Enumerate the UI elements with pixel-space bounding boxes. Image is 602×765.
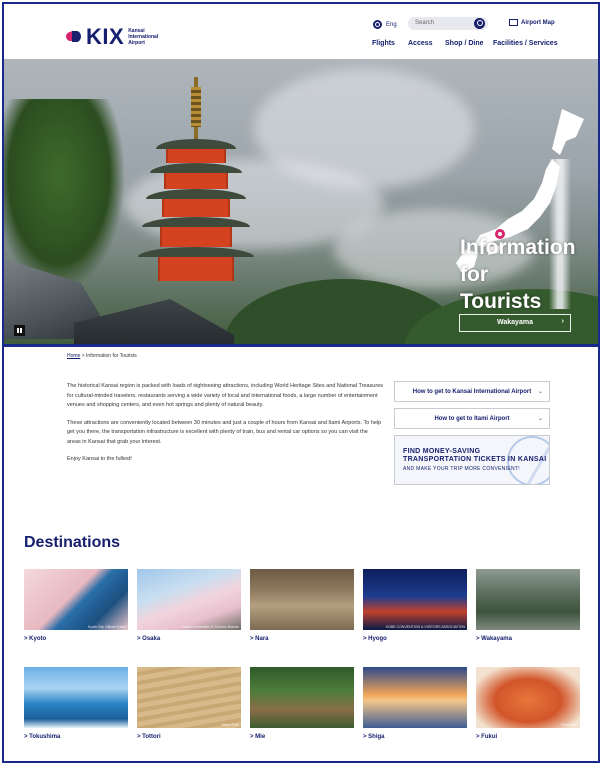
- transportation-tickets-banner[interactable]: FIND MONEY-SAVING TRANSPORTATION TICKETS…: [394, 435, 550, 485]
- banner-headline: FIND MONEY-SAVING TRANSPORTATION TICKETS…: [403, 448, 547, 464]
- photo-credit: Fukui Pref.: [561, 723, 578, 727]
- hero-title-line-2: for: [460, 263, 488, 286]
- banner-line-2: TRANSPORTATION TICKETS IN KANSAI: [403, 456, 547, 463]
- pagoda-image: [136, 77, 256, 307]
- destination-label: > Nara: [250, 636, 269, 642]
- kyoto-image: Kyoto City Official Travel: [24, 569, 128, 630]
- hero-title-line-3: Tourists: [460, 290, 542, 313]
- hero-banner: Information for Tourists Wakayama ›: [4, 59, 598, 347]
- tokushima-image: [24, 667, 128, 728]
- airport-map-label: Airport Map: [521, 19, 555, 26]
- destination-card-kyoto[interactable]: Kyoto City Official Travel > Kyoto: [24, 569, 128, 642]
- banner-line-1: FIND MONEY-SAVING: [403, 448, 481, 455]
- photo-credit: Osaka Convention & Tourism Bureau: [181, 625, 239, 629]
- kansai-airport-access-button[interactable]: How to get to Kansai International Airpo…: [394, 381, 550, 402]
- breadcrumb-separator: >: [81, 353, 85, 359]
- destination-label: > Shiga: [363, 734, 385, 740]
- destination-card-osaka[interactable]: Osaka Convention & Tourism Bureau > Osak…: [137, 569, 241, 642]
- wakayama-image: [476, 569, 580, 630]
- photo-credit: Kyoto City Official Travel: [87, 625, 126, 629]
- mie-image: [250, 667, 354, 728]
- hero-destination-button[interactable]: Wakayama ›: [459, 314, 571, 332]
- trees-image: [4, 99, 124, 289]
- destination-label: > Tottori: [137, 734, 161, 740]
- destination-card-hyogo[interactable]: KOBE CONVENTION & VISITORS ASSOCIATION >…: [363, 569, 467, 642]
- hero-title-line-1: Information: [460, 236, 576, 259]
- photo-credit: KOBE CONVENTION & VISITORS ASSOCIATION: [385, 625, 465, 629]
- search-icon[interactable]: [474, 18, 485, 29]
- destination-label: > Wakayama: [476, 636, 512, 642]
- chevron-down-icon: ⌄: [537, 416, 543, 422]
- osaka-image: Osaka Convention & Tourism Bureau: [137, 569, 241, 630]
- destination-card-tokushima[interactable]: > Tokushima: [24, 667, 128, 740]
- kix-logo[interactable]: KIX Kansai International Airport: [64, 24, 162, 49]
- nav-facilities-services[interactable]: Facilities / Services: [493, 40, 558, 47]
- destination-card-nara[interactable]: > Nara: [250, 569, 354, 642]
- destination-card-fukui[interactable]: Fukui Pref. > Fukui: [476, 667, 580, 740]
- arrow-right-icon: ›: [561, 318, 564, 325]
- breadcrumb-current: Information for Tourists: [86, 353, 137, 359]
- destination-card-tottori[interactable]: Tottori Pref. > Tottori: [137, 667, 241, 740]
- destination-label: > Mie: [250, 734, 266, 740]
- hero-divider: [4, 344, 598, 347]
- nav-shop-dine[interactable]: Shop / Dine: [445, 40, 484, 47]
- access-sidebar: How to get to Kansai International Airpo…: [394, 381, 550, 485]
- nav-access[interactable]: Access: [408, 40, 433, 47]
- globe-icon: [373, 20, 382, 29]
- intro-paragraph-3: Enjoy Kansai to the fullest!: [67, 456, 132, 462]
- pause-icon[interactable]: [14, 325, 25, 336]
- page-frame: KIX Kansai International Airport Eng Sea…: [2, 2, 600, 763]
- destinations-heading: Destinations: [24, 534, 121, 551]
- nara-image: [250, 569, 354, 630]
- chevron-down-icon: ⌄: [537, 389, 543, 395]
- logo-subtitle: Kansai International Airport: [128, 28, 159, 46]
- itami-airport-access-button[interactable]: How to get to Itami Airport ⌄: [394, 408, 550, 429]
- destination-card-mie[interactable]: > Mie: [250, 667, 354, 740]
- shiga-image: [363, 667, 467, 728]
- breadcrumb-home-link[interactable]: Home: [67, 353, 80, 359]
- site-header: KIX Kansai International Airport Eng Sea…: [4, 4, 598, 59]
- destination-card-shiga[interactable]: > Shiga: [363, 667, 467, 740]
- map-icon: [509, 19, 518, 26]
- tottori-image: Tottori Pref.: [137, 667, 241, 728]
- kix-logo-icon: [64, 29, 82, 45]
- destination-label: > Hyogo: [363, 636, 387, 642]
- breadcrumb: Home > Information for Tourists: [67, 353, 137, 359]
- hyogo-image: KOBE CONVENTION & VISITORS ASSOCIATION: [363, 569, 467, 630]
- banner-subline: AND MAKE YOUR TRIP MORE CONVENIENT!: [403, 466, 520, 472]
- destination-label: > Fukui: [476, 734, 498, 740]
- fukui-image: Fukui Pref.: [476, 667, 580, 728]
- destination-card-wakayama[interactable]: > Wakayama: [476, 569, 580, 642]
- photo-credit: Tottori Pref.: [221, 723, 239, 727]
- destination-label: > Kyoto: [24, 636, 47, 642]
- hero-button-label: Wakayama: [497, 319, 533, 326]
- kansai-airport-access-label: How to get to Kansai International Airpo…: [412, 389, 532, 395]
- intro-text: The historical Kansai region is packed w…: [67, 382, 383, 473]
- intro-paragraph-2: These attractions are conveniently locat…: [67, 419, 382, 445]
- nav-flights[interactable]: Flights: [372, 40, 395, 47]
- hero-title: Information for Tourists: [460, 234, 576, 315]
- destination-label: > Tokushima: [24, 734, 61, 740]
- airport-map-link[interactable]: Airport Map: [509, 19, 555, 26]
- logo-text: KIX: [86, 24, 125, 49]
- destination-label: > Osaka: [137, 636, 161, 642]
- language-switcher[interactable]: Eng: [373, 20, 397, 29]
- itami-airport-access-label: How to get to Itami Airport: [434, 416, 510, 422]
- language-label: Eng: [386, 21, 397, 28]
- intro-paragraph-1: The historical Kansai region is packed w…: [67, 383, 384, 408]
